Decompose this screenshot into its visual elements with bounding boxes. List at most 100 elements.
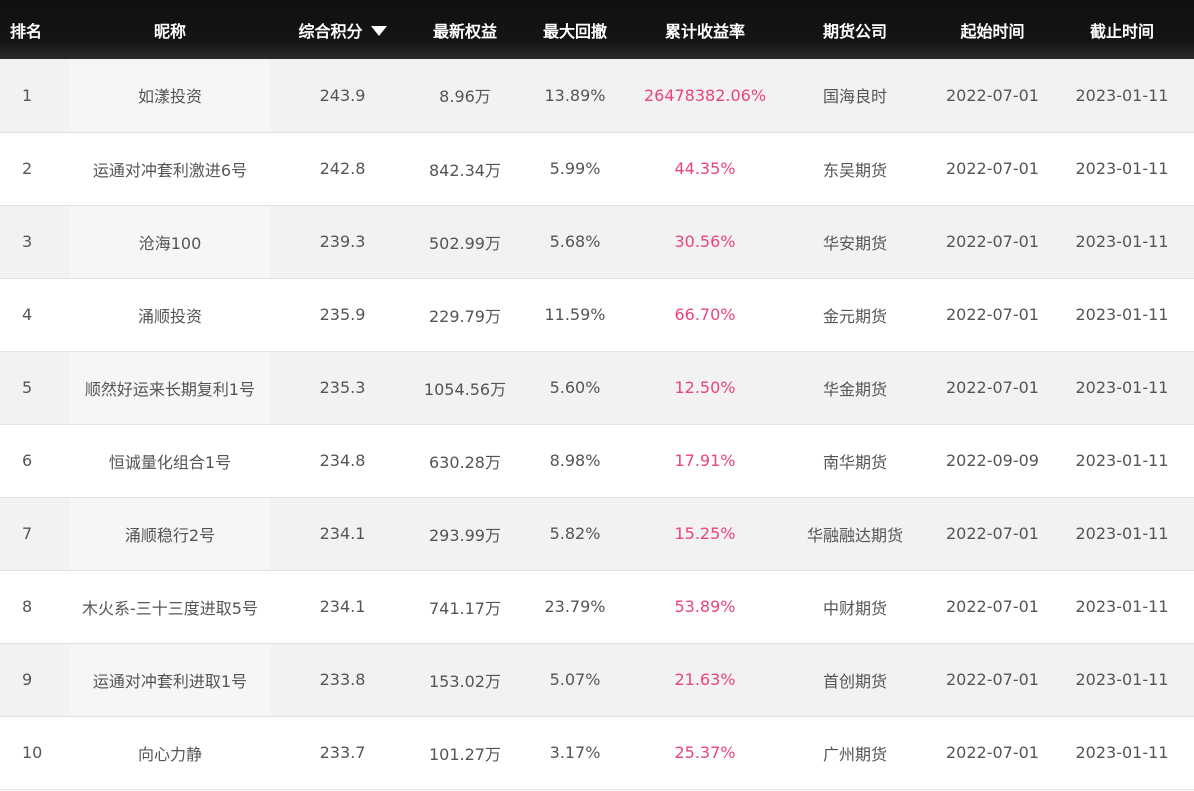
cell-end-date: 2023-01-11 — [1075, 597, 1169, 616]
cell-end-date: 2023-01-11 — [1075, 743, 1169, 762]
cell-nickname[interactable]: 涌顺投资 — [70, 278, 270, 351]
cell-nickname[interactable]: 顺然好运来长期复利1号 — [70, 351, 270, 424]
cell-drawdown: 5.82% — [549, 524, 601, 543]
cell-rank: 1 — [22, 85, 33, 105]
cell-start-date: 2022-07-01 — [946, 743, 1039, 762]
cell-return: 17.91% — [674, 451, 736, 470]
cell-nickname[interactable]: 运通对冲套利进取1号 — [70, 643, 270, 716]
cell-company: 东吴期货 — [822, 160, 887, 180]
table-header-row: 排名 昵称 综合积分 最新权益 最大回撤 累计收益率 期货公司 起始时间 截止时… — [0, 0, 1194, 59]
cell-start-date: 2022-07-01 — [946, 159, 1039, 178]
cell-equity: 1054.56万 — [423, 379, 507, 399]
cell-return: 26478382.06% — [643, 85, 767, 105]
cell-nickname[interactable]: 木火系-三十三度进取5号 — [70, 570, 270, 643]
table-row[interactable]: 7 涌顺稳行2号 234.1 293.99万 5.82% 15.25% 华融融达期货 2022… — [0, 497, 1194, 570]
cell-return: 44.35% — [674, 159, 736, 178]
header-company[interactable]: 期货公司 — [775, 0, 935, 59]
cell-end-date: 2023-01-11 — [1075, 451, 1169, 470]
cell-end-date: 2023-01-11 — [1075, 524, 1169, 543]
cell-equity: 293.99万 — [429, 525, 501, 545]
table-row[interactable]: 3 沧海100 239.3 502.99万 5.68% 30.56% 华安期货 2022-07… — [0, 205, 1194, 278]
cell-nickname[interactable]: 沧海100 — [70, 205, 270, 278]
caret-down-icon[interactable] — [370, 26, 387, 36]
table-row[interactable]: 5 顺然好运来长期复利1号 235.3 1054.56万 5.60% 12.50% 华金期货… — [0, 351, 1194, 424]
cell-nickname[interactable]: 运通对冲套利激进6号 — [70, 132, 270, 205]
cell-rank: 8 — [22, 597, 33, 616]
cell-nickname[interactable]: 涌顺稳行2号 — [70, 497, 270, 570]
cell-start-date: 2022-09-09 — [946, 451, 1039, 470]
cell-equity: 101.27万 — [429, 744, 501, 764]
header-score-label: 综合积分 — [298, 21, 363, 41]
header-rank[interactable]: 排名 — [0, 0, 70, 59]
ranking-table: 排名 昵称 综合积分 最新权益 最大回撤 累计收益率 期货公司 起始时间 截止时… — [0, 0, 1194, 790]
cell-rank: 7 — [22, 524, 33, 543]
cell-start-date: 2022-07-01 — [946, 85, 1039, 105]
cell-start-date: 2022-07-01 — [946, 670, 1039, 689]
cell-return: 53.89% — [674, 597, 736, 616]
cell-score: 233.8 — [319, 670, 366, 689]
header-drawdown[interactable]: 最大回撤 — [515, 0, 635, 59]
cell-end-date: 2023-01-11 — [1075, 159, 1169, 178]
cell-equity: 741.17万 — [429, 598, 501, 618]
table-row[interactable]: 4 涌顺投资 235.9 229.79万 11.59% 66.70% 金元期货 2022-07… — [0, 278, 1194, 351]
cell-return: 66.70% — [674, 305, 736, 324]
cell-end-date: 2023-01-11 — [1075, 305, 1169, 324]
cell-score: 239.3 — [319, 232, 366, 251]
header-nickname[interactable]: 昵称 — [70, 0, 270, 59]
cell-nickname[interactable]: 向心力静 — [70, 716, 270, 789]
cell-equity: 8.96万 — [439, 87, 491, 107]
cell-score: 234.1 — [319, 524, 366, 543]
header-end[interactable]: 截止时间 — [1050, 0, 1194, 59]
cell-score: 234.1 — [319, 597, 366, 616]
cell-start-date: 2022-07-01 — [946, 232, 1039, 251]
cell-company: 广州期货 — [822, 744, 887, 764]
cell-company: 中财期货 — [822, 598, 887, 618]
cell-return: 15.25% — [674, 524, 736, 543]
table-row[interactable]: 6 恒诚量化组合1号 234.8 630.28万 8.98% 17.91% 南华期货 2022… — [0, 424, 1194, 497]
cell-start-date: 2022-07-01 — [946, 378, 1039, 397]
header-equity[interactable]: 最新权益 — [415, 0, 515, 59]
cell-company: 金元期货 — [822, 306, 887, 326]
cell-drawdown: 13.89% — [544, 85, 606, 105]
cell-nickname[interactable]: 如漾投资 — [70, 59, 270, 132]
cell-start-date: 2022-07-01 — [946, 305, 1039, 324]
table-row[interactable]: 9 运通对冲套利进取1号 233.8 153.02万 5.07% 21.63% 首创期货 20… — [0, 643, 1194, 716]
cell-equity: 153.02万 — [429, 671, 501, 691]
cell-rank: 4 — [22, 305, 33, 324]
table-row[interactable]: 2 运通对冲套利激进6号 242.8 842.34万 5.99% 44.35% 东吴期货 20… — [0, 132, 1194, 205]
cell-end-date: 2023-01-11 — [1075, 378, 1169, 397]
cell-equity: 229.79万 — [429, 306, 501, 326]
cell-company: 华金期货 — [822, 379, 887, 399]
cell-score: 233.7 — [319, 743, 366, 762]
cell-company: 南华期货 — [822, 452, 887, 472]
cell-drawdown: 5.99% — [549, 159, 601, 178]
cell-score: 235.3 — [319, 378, 366, 397]
cell-return: 21.63% — [674, 670, 736, 689]
cell-rank: 2 — [22, 159, 33, 178]
table-body: 1 如漾投资 243.9 8.96万 13.89% 26478382.06% 国海良时 202… — [0, 59, 1194, 789]
cell-equity: 630.28万 — [429, 452, 501, 472]
header-return[interactable]: 累计收益率 — [635, 0, 775, 59]
cell-score: 234.8 — [319, 451, 366, 470]
cell-drawdown: 5.07% — [549, 670, 601, 689]
cell-company: 华安期货 — [822, 233, 887, 253]
cell-score: 235.9 — [319, 305, 366, 324]
table-row[interactable]: 8 木火系-三十三度进取5号 234.1 741.17万 23.79% 53.89% 中财期… — [0, 570, 1194, 643]
cell-return: 30.56% — [674, 232, 736, 251]
header-score[interactable]: 综合积分 — [270, 0, 415, 59]
cell-rank: 6 — [22, 451, 33, 470]
cell-company: 华融融达期货 — [806, 525, 903, 545]
ranking-table-container: 排名 昵称 综合积分 最新权益 最大回撤 累计收益率 期货公司 起始时间 截止时… — [0, 0, 1194, 791]
cell-return: 25.37% — [674, 743, 736, 762]
cell-end-date: 2023-01-11 — [1075, 85, 1169, 105]
header-start[interactable]: 起始时间 — [935, 0, 1050, 59]
table-row[interactable]: 1 如漾投资 243.9 8.96万 13.89% 26478382.06% 国海良时 202… — [0, 59, 1194, 132]
cell-drawdown: 5.68% — [549, 232, 601, 251]
cell-return: 12.50% — [674, 378, 736, 397]
cell-equity: 502.99万 — [429, 233, 501, 253]
cell-drawdown: 8.98% — [549, 451, 601, 470]
cell-nickname[interactable]: 恒诚量化组合1号 — [70, 424, 270, 497]
cell-score: 243.9 — [319, 85, 366, 105]
table-row[interactable]: 10 向心力静 233.7 101.27万 3.17% 25.37% 广州期货 2022-07… — [0, 716, 1194, 789]
cell-drawdown: 5.60% — [549, 378, 601, 397]
